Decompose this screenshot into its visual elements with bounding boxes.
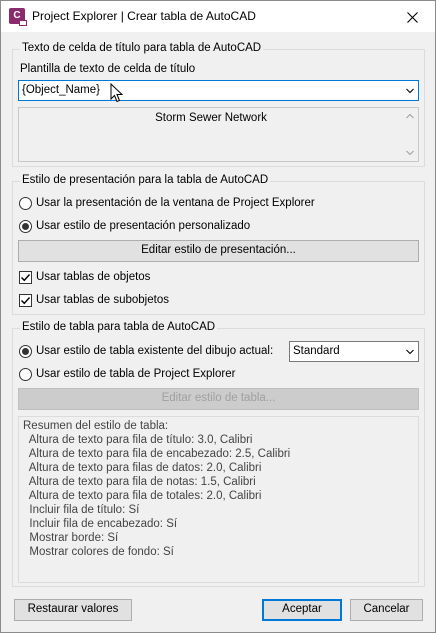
scroll-down-icon[interactable]: [406, 150, 414, 156]
summary-line: Incluir fila de encabezado: Sí: [23, 518, 178, 530]
radio-custom-presentation-label[interactable]: Usar estilo de presentación personalizad…: [36, 220, 250, 232]
radio-existing-style[interactable]: [19, 345, 32, 358]
template-value: {Object_Name}: [22, 84, 100, 96]
radio-custom-presentation[interactable]: [19, 220, 32, 233]
table-style-value: Standard: [293, 345, 340, 357]
title-preview-text: Storm Sewer Network: [155, 112, 267, 124]
autocad-app-icon: C: [9, 8, 27, 26]
summary-line: Altura de texto para fila de totales: 2.…: [23, 490, 262, 502]
table-style-group-heading: Estilo de tabla para tabla de AutoCAD: [20, 321, 218, 333]
mouse-pointer-icon: [110, 83, 124, 103]
app-icon-badge: [19, 20, 27, 26]
checkbox-object-tables[interactable]: [19, 271, 32, 284]
checkbox-subobject-tables[interactable]: [19, 294, 32, 307]
table-style-summary: Resumen del estilo de tabla: Altura de t…: [18, 416, 419, 583]
checkmark-icon: [21, 274, 31, 282]
dialog-window: C Project Explorer | Crear tabla de Auto…: [0, 0, 436, 633]
scroll-up-icon[interactable]: [406, 113, 414, 119]
reset-button[interactable]: Restaurar valores: [14, 599, 132, 621]
window-title: Project Explorer | Crear tabla de AutoCA…: [32, 9, 256, 23]
summary-line: Altura de texto para fila de encabezado:…: [23, 448, 291, 460]
table-style-select[interactable]: Standard: [289, 341, 419, 362]
radio-explorer-style-label[interactable]: Usar estilo de tabla de Project Explorer: [36, 368, 235, 380]
edit-presentation-button[interactable]: Editar estilo de presentación...: [18, 240, 419, 262]
close-button[interactable]: [389, 1, 435, 32]
summary-line: Mostrar borde: Sí: [23, 532, 119, 544]
summary-line: Resumen del estilo de tabla:: [23, 420, 169, 432]
cancel-button[interactable]: Cancelar: [350, 599, 423, 621]
summary-line: Mostrar colores de fondo: Sí: [23, 546, 174, 558]
edit-table-style-button[interactable]: Editar estilo de tabla...: [18, 388, 419, 410]
radio-explorer-style[interactable]: [19, 368, 32, 381]
summary-line: Incluir fila de título: Sí: [23, 504, 140, 516]
accept-button[interactable]: Aceptar: [262, 599, 342, 621]
radio-window-presentation-label[interactable]: Usar la presentación de la ventana de Pr…: [36, 197, 315, 209]
preview-scrollbar[interactable]: [402, 108, 418, 161]
close-icon: [406, 11, 418, 23]
checkbox-subobject-tables-label[interactable]: Usar tablas de subobjetos: [36, 294, 169, 306]
template-label: Plantilla de texto de celda de título: [20, 63, 196, 75]
chevron-down-icon: [406, 349, 414, 355]
summary-line: Altura de texto para filas de datos: 2.0…: [23, 462, 262, 474]
summary-line: Altura de texto para fila de notas: 1.5,…: [23, 476, 256, 488]
presentation-group-heading: Estilo de presentación para la tabla de …: [20, 174, 271, 186]
template-combo[interactable]: {Object_Name}: [18, 80, 419, 101]
title-bar[interactable]: C Project Explorer | Crear tabla de Auto…: [1, 1, 435, 32]
checkbox-object-tables-label[interactable]: Usar tablas de objetos: [36, 271, 150, 283]
chevron-down-icon: [406, 88, 414, 94]
radio-existing-style-label[interactable]: Usar estilo de tabla existente del dibuj…: [36, 345, 273, 357]
summary-line: Altura de texto para fila de título: 3.0…: [23, 434, 253, 446]
radio-window-presentation[interactable]: [19, 197, 32, 210]
title-preview-box: Storm Sewer Network: [18, 107, 419, 162]
checkmark-icon: [21, 297, 31, 305]
title-cell-group-heading: Texto de celda de título para tabla de A…: [20, 42, 264, 54]
